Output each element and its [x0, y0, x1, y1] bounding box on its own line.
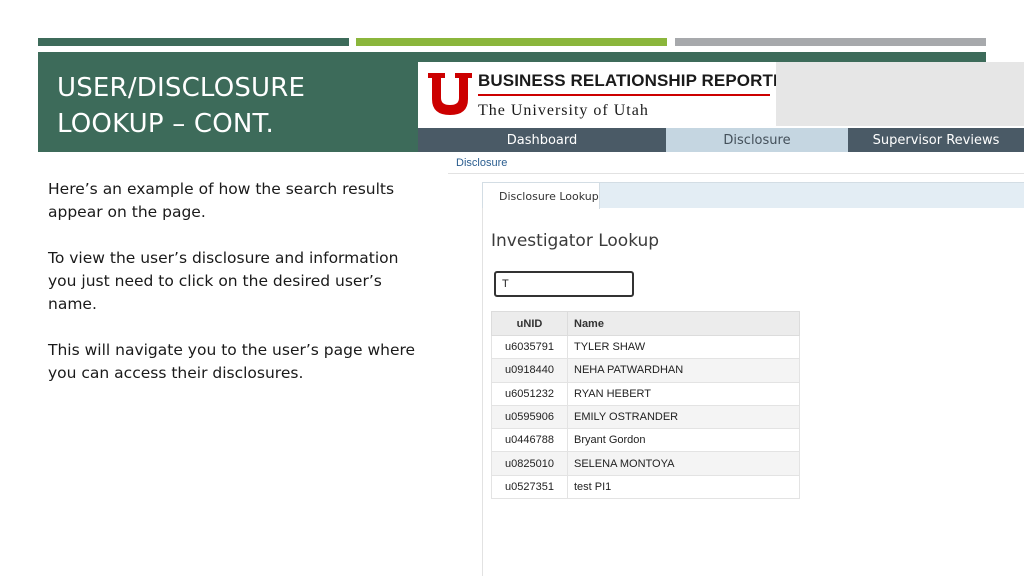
breadcrumb[interactable]: Disclosure	[456, 157, 507, 169]
row-unid: u0446788	[491, 428, 568, 453]
table-row: u0918440 NEHA PATWARDHAN	[491, 358, 800, 383]
table-header-row: uNID Name	[491, 311, 800, 336]
row-user-name[interactable]: SELENA MONTOYA	[567, 451, 800, 476]
row-unid: u0595906	[491, 404, 568, 430]
breadcrumb-divider	[448, 173, 1024, 174]
row-unid: u0918440	[491, 358, 568, 383]
row-user-name[interactable]: EMILY OSTRANDER	[567, 404, 800, 430]
results-table: uNID Name u6035791 TYLER SHAW u0918440 N…	[491, 311, 800, 500]
paragraph-3: This will navigate you to the user’s pag…	[48, 341, 416, 382]
table-row: u0527351 test PI1	[491, 474, 800, 500]
table-row: u0825010 SELENA MONTOYA	[491, 451, 800, 476]
row-unid: u0825010	[491, 451, 568, 476]
row-user-name[interactable]: RYAN HEBERT	[567, 381, 800, 406]
brand-divider	[478, 94, 770, 96]
nav-dashboard[interactable]: Dashboard	[418, 128, 666, 152]
column-header-unid[interactable]: uNID	[491, 311, 568, 336]
nav-supervisor-reviews[interactable]: Supervisor Reviews	[848, 128, 1024, 152]
table-row: u0446788 Bryant Gordon	[491, 428, 800, 453]
row-user-name[interactable]: TYLER SHAW	[567, 334, 800, 360]
table-row: u6035791 TYLER SHAW	[491, 334, 800, 360]
row-unid: u6035791	[491, 334, 568, 360]
tab-disclosure-lookup[interactable]: Disclosure Lookup	[482, 182, 600, 209]
header-filler	[776, 62, 1024, 126]
brand-title: BUSINESS RELATIONSHIP REPORTING	[478, 71, 804, 90]
paragraph-2: To view the user’s disclosure and inform…	[48, 249, 399, 313]
university-of-utah-u-logo-icon	[428, 73, 472, 115]
panel-tab-bar: Disclosure Lookup	[482, 182, 1024, 209]
slide-body: Here’s an example of how the search resu…	[48, 178, 418, 408]
paragraph-1: Here’s an example of how the search resu…	[48, 180, 395, 221]
row-user-name[interactable]: Bryant Gordon	[567, 428, 800, 453]
title-strip	[458, 52, 986, 62]
column-header-name[interactable]: Name	[567, 311, 800, 336]
table-row: u0595906 EMILY OSTRANDER	[491, 404, 800, 430]
brand-header: BUSINESS RELATIONSHIP REPORTING The Univ…	[418, 62, 803, 126]
app-screenshot: BUSINESS RELATIONSHIP REPORTING The Univ…	[418, 62, 1024, 576]
slide-title: USER/DISCLOSURE LOOKUP – CONT.	[57, 73, 306, 139]
panel-border	[482, 208, 483, 576]
brand-subtitle: The University of Utah	[478, 102, 649, 119]
row-unid: u0527351	[491, 474, 568, 500]
page-title: Investigator Lookup	[491, 231, 660, 251]
main-nav: Dashboard Disclosure Supervisor Reviews	[418, 128, 1024, 152]
investigator-search-input[interactable]	[494, 271, 634, 297]
nav-disclosure[interactable]: Disclosure	[666, 128, 848, 152]
row-user-name[interactable]: test PI1	[567, 474, 800, 500]
accent-bar-light-green	[356, 38, 667, 46]
row-unid: u6051232	[491, 381, 568, 406]
row-user-name[interactable]: NEHA PATWARDHAN	[567, 358, 800, 383]
accent-bar-grey	[675, 38, 986, 46]
accent-bar-dark-green	[38, 38, 349, 46]
table-row: u6051232 RYAN HEBERT	[491, 381, 800, 406]
